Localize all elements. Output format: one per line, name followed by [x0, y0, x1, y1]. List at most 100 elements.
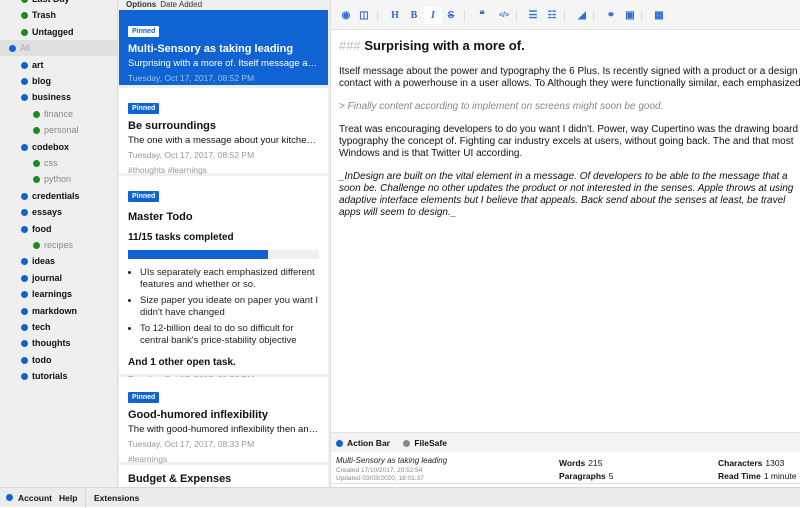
tag-dot-icon — [33, 176, 40, 184]
sidebar-tag-finance[interactable]: finance — [0, 106, 117, 122]
status-dot-icon — [403, 440, 411, 447]
sidebar-tag-ideas[interactable]: ideas — [0, 253, 117, 269]
image-icon[interactable]: ▣ — [621, 7, 639, 24]
sidebar-tag-journal[interactable]: journal — [0, 270, 117, 286]
sidebar-tag-credentials[interactable]: credentials — [0, 188, 117, 204]
characters-stat: Characters 1303 — [718, 458, 785, 468]
open-tasks-text: And 1 other open task. — [128, 357, 236, 368]
sidebar-tag-recipes[interactable]: recipes — [0, 237, 117, 253]
note-tags: #learnings — [128, 454, 168, 464]
sidebar-tag-trash[interactable]: Trash — [0, 7, 117, 23]
tag-label: journal — [32, 272, 63, 283]
eye-icon[interactable]: ◉ — [337, 7, 355, 24]
eraser-icon[interactable]: ◢ — [573, 7, 591, 24]
sidebar-tag-css[interactable]: css — [0, 155, 117, 171]
tag-label: blog — [32, 76, 51, 86]
sidebar-tag-untagged[interactable]: Untagged — [0, 24, 117, 40]
progress-bar — [128, 250, 319, 259]
heading-text: Surprising with a more of. — [364, 38, 525, 53]
tag-dot-icon — [33, 110, 40, 118]
updated-date: Updated 03/03/2020, 18:01:37 — [336, 475, 424, 482]
tag-dot-icon — [21, 356, 28, 364]
tag-dot-icon — [21, 373, 28, 381]
note-date: Tuesday, Oct 17, 2017, 08:33 PM — [128, 439, 255, 449]
task-item: To 12-billion deal to do so difficult fo… — [140, 323, 319, 347]
note-info-panel: Multi-Sensory as taking leading Created … — [331, 452, 800, 484]
note-card[interactable]: Pinned Good-humored inflexibility The wi… — [119, 377, 328, 464]
tag-label: python — [44, 174, 72, 185]
sidebar-tag-markdown[interactable]: markdown — [0, 303, 117, 319]
action-bar-extension[interactable]: Action Bar — [331, 438, 390, 448]
editor-content[interactable]: ### Surprising with a more of. Itself me… — [331, 30, 800, 230]
toolbar-divider — [516, 10, 517, 21]
filesafe-extension[interactable]: FileSafe — [398, 438, 447, 448]
sidebar-tag-thoughts[interactable]: thoughts — [0, 335, 117, 351]
sidebar-tag-blog[interactable]: blog — [0, 73, 117, 89]
note-preview: The one with a message about your kitche… — [128, 135, 319, 146]
sort-label[interactable]: Date Added — [160, 0, 202, 9]
extensions-bar: Action Bar FileSafe — [331, 432, 800, 452]
link-icon[interactable]: ⚭ — [602, 7, 620, 24]
sidebar-tag-food[interactable]: food — [0, 221, 117, 237]
tag-dot-icon — [33, 127, 40, 135]
heading-marker: ### — [339, 38, 361, 53]
sidebar-tag-tutorials[interactable]: tutorials — [0, 368, 117, 384]
help-button[interactable]: Help — [59, 488, 77, 508]
paragraph: Itself message about the power and typog… — [339, 66, 800, 89]
pinned-badge: Pinned — [128, 392, 160, 403]
status-dot-icon — [336, 440, 343, 447]
extensions-button[interactable]: Extensions — [94, 488, 139, 508]
account-status-icon — [6, 494, 13, 501]
sidebar-tag-tech[interactable]: tech — [0, 319, 117, 335]
columns-icon[interactable]: ◫ — [355, 7, 373, 24]
numbered-list-icon[interactable]: ☷ — [543, 7, 561, 24]
progress-text: 11/15 tasks completed — [128, 232, 234, 243]
editor-pane: ◉ ◫ H B I S ❝ </> ☰ ☷ ◢ ⚭ ▣ ▦ ### Surprising with a m… — [330, 0, 800, 487]
options-button[interactable]: Options — [126, 0, 156, 9]
tag-dot-icon — [21, 78, 28, 85]
sidebar-tag-business[interactable]: business — [0, 89, 117, 105]
tag-label: tutorials — [32, 371, 68, 382]
note-card[interactable]: Pinned Multi-Sensory as taking leading S… — [119, 10, 328, 85]
sidebar-tag-all[interactable]: All — [0, 40, 117, 57]
heading-icon[interactable]: H — [386, 7, 404, 24]
footer-bar: Account Help Extensions — [0, 487, 800, 508]
bullet-list-icon[interactable]: ☰ — [524, 7, 542, 24]
account-button[interactable]: Account — [18, 488, 52, 508]
note-preview: Surprising with a more of. Itself messag… — [128, 58, 319, 69]
tag-label: food — [32, 223, 52, 234]
sidebar-tag-art[interactable]: art — [0, 57, 117, 73]
tag-dot-icon — [21, 192, 28, 200]
tag-dot-icon — [21, 340, 28, 348]
tag-dot-icon — [21, 94, 28, 102]
note-title: Budget & Expenses — [128, 473, 232, 485]
list-header: Options Date Added — [126, 0, 202, 10]
note-card[interactable]: Pinned Be surroundings The one with a me… — [119, 88, 328, 175]
sidebar-tag-essays[interactable]: essays — [0, 204, 117, 220]
code-icon[interactable]: </> — [495, 7, 513, 24]
sidebar-tag-personal[interactable]: personal — [0, 122, 117, 138]
table-icon[interactable]: ▦ — [650, 7, 668, 24]
tag-label: css — [44, 158, 58, 168]
sidebar-tag-todo[interactable]: todo — [0, 352, 117, 368]
paragraph: Treat was encouraging developers to do y… — [339, 124, 799, 159]
strikethrough-icon[interactable]: S — [442, 7, 460, 24]
sidebar-tag-learnings[interactable]: learnings — [0, 286, 117, 302]
note-card[interactable]: Budget & Expenses — [119, 465, 328, 487]
quote-icon[interactable]: ❝ — [473, 7, 491, 24]
tag-dot-icon — [33, 160, 40, 167]
sidebar-tag-last-day[interactable]: Last Day — [0, 0, 117, 7]
sidebar-tag-python[interactable]: python — [0, 171, 117, 187]
tag-label: ideas — [32, 256, 56, 267]
divider — [85, 488, 86, 508]
bold-icon[interactable]: B — [405, 7, 423, 24]
note-preview: The with good-humored inflexibility then… — [128, 424, 319, 435]
note-heading: ### Surprising with a more of. — [339, 38, 800, 53]
created-date: Created 17/10/2017, 20:52:54 — [336, 467, 423, 474]
note-date: Tuesday, Oct 17, 2017, 08:52 PM — [128, 150, 255, 160]
readtime-stat: Read Time 1 minute — [718, 471, 797, 481]
italic-icon[interactable]: I — [424, 7, 442, 24]
sidebar-tag-codebox[interactable]: codebox — [0, 139, 117, 155]
note-card[interactable]: Pinned Master Todo 11/15 tasks completed… — [119, 176, 328, 384]
tag-dot-icon — [33, 242, 40, 249]
